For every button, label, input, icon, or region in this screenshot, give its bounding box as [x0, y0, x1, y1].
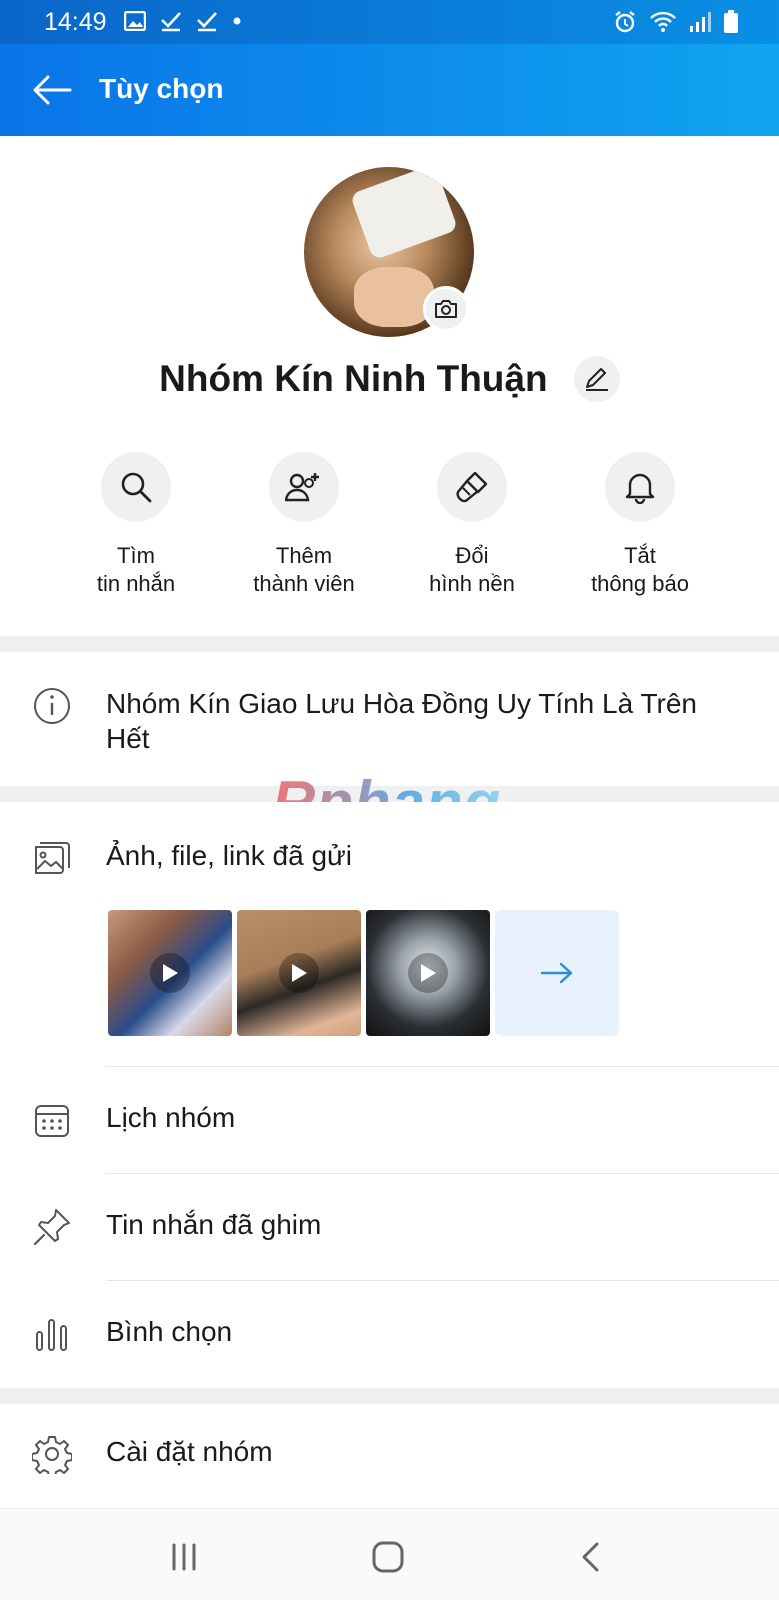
action-mute-notifications[interactable]: Tắt thông báo [560, 452, 720, 598]
arrow-right-icon [540, 962, 573, 984]
media-label[interactable]: Ảnh, file, link đã gửi [106, 840, 352, 872]
action-change-background[interactable]: Đổi hình nền [392, 452, 552, 598]
quick-actions: Tìm tin nhắn Thêm thành viên Đổi hình nề… [0, 452, 779, 622]
poll-icon [36, 1319, 67, 1351]
edit-name-button[interactable] [573, 356, 620, 403]
signal-icon [690, 12, 711, 32]
back-icon [582, 1542, 599, 1572]
action-search-messages[interactable]: Tìm tin nhắn [56, 452, 216, 598]
nav-back-button[interactable] [560, 1537, 620, 1577]
system-nav-bar [0, 1508, 779, 1600]
section-separator [0, 1388, 779, 1404]
home-button[interactable] [358, 1537, 418, 1577]
battery-icon [724, 10, 738, 33]
back-button[interactable] [32, 72, 72, 108]
media-thumbnails [108, 910, 619, 1036]
page-title: Tùy chọn [99, 73, 224, 104]
video-thumbnail[interactable] [108, 910, 232, 1036]
status-bar: 14:49 [0, 0, 779, 44]
pin-icon [33, 1209, 70, 1246]
brush-icon [456, 471, 488, 503]
menu-label: Tin nhắn đã ghim [106, 1209, 322, 1240]
group-description[interactable]: Nhóm Kín Giao Lưu Hòa Đồng Uy Tính Là Tr… [0, 652, 779, 786]
dot-icon [233, 17, 241, 25]
menu-label: Cài đặt nhóm [106, 1436, 273, 1467]
app-bar: Tùy chọn [0, 44, 779, 136]
camera-icon [435, 300, 457, 318]
status-right-icons [613, 10, 739, 34]
add-user-icon [285, 473, 319, 502]
action-label: Tắt thông báo [591, 543, 689, 596]
pencil-icon [585, 368, 608, 392]
action-label: Tìm tin nhắn [96, 543, 176, 596]
menu-item-group-settings[interactable]: Cài đặt nhóm [0, 1404, 779, 1508]
action-label: Thêm thành viên [253, 543, 355, 596]
check-icon [161, 12, 181, 32]
info-icon [34, 688, 70, 724]
recent-apps-icon [172, 1543, 196, 1571]
menu-item-group-calendar[interactable]: Lịch nhóm [0, 1067, 779, 1173]
wifi-icon [650, 11, 676, 32]
action-add-member[interactable]: Thêm thành viên [224, 452, 384, 598]
menu-item-poll[interactable]: Bình chọn [0, 1281, 779, 1387]
alarm-icon [615, 11, 635, 33]
gear-icon [32, 1436, 72, 1474]
bell-icon [625, 473, 655, 504]
calendar-icon [35, 1105, 69, 1137]
view-all-media-button[interactable] [495, 910, 619, 1036]
change-avatar-button[interactable] [423, 286, 469, 332]
play-icon [421, 964, 436, 982]
play-icon [163, 964, 178, 982]
description-text: Nhóm Kín Giao Lưu Hòa Đồng Uy Tính Là Tr… [106, 688, 697, 754]
menu-label: Lịch nhóm [106, 1102, 236, 1133]
action-label: Đổi hình nền [429, 543, 515, 596]
search-icon [121, 472, 152, 503]
play-icon [292, 964, 307, 982]
gallery-icon [35, 842, 70, 874]
status-left-icons [124, 10, 242, 32]
arrow-left-icon [33, 75, 72, 105]
check-icon [197, 12, 217, 32]
menu-label: Bình chọn [106, 1316, 233, 1347]
video-thumbnail[interactable] [237, 910, 361, 1036]
recent-apps-button[interactable] [154, 1537, 214, 1577]
video-thumbnail[interactable] [366, 910, 490, 1036]
section-separator [0, 636, 779, 652]
group-name-row: Nhóm Kín Ninh Thuận [0, 356, 779, 403]
group-profile: Nhóm Kín Ninh Thuận Tìm tin nhắn Thêm th… [0, 136, 779, 636]
status-time: 14:49 [44, 8, 107, 36]
menu-item-pinned-messages[interactable]: Tin nhắn đã ghim [0, 1174, 779, 1280]
home-icon [372, 1541, 404, 1573]
image-icon [124, 11, 146, 31]
group-name: Nhóm Kín Ninh Thuận [159, 358, 548, 400]
